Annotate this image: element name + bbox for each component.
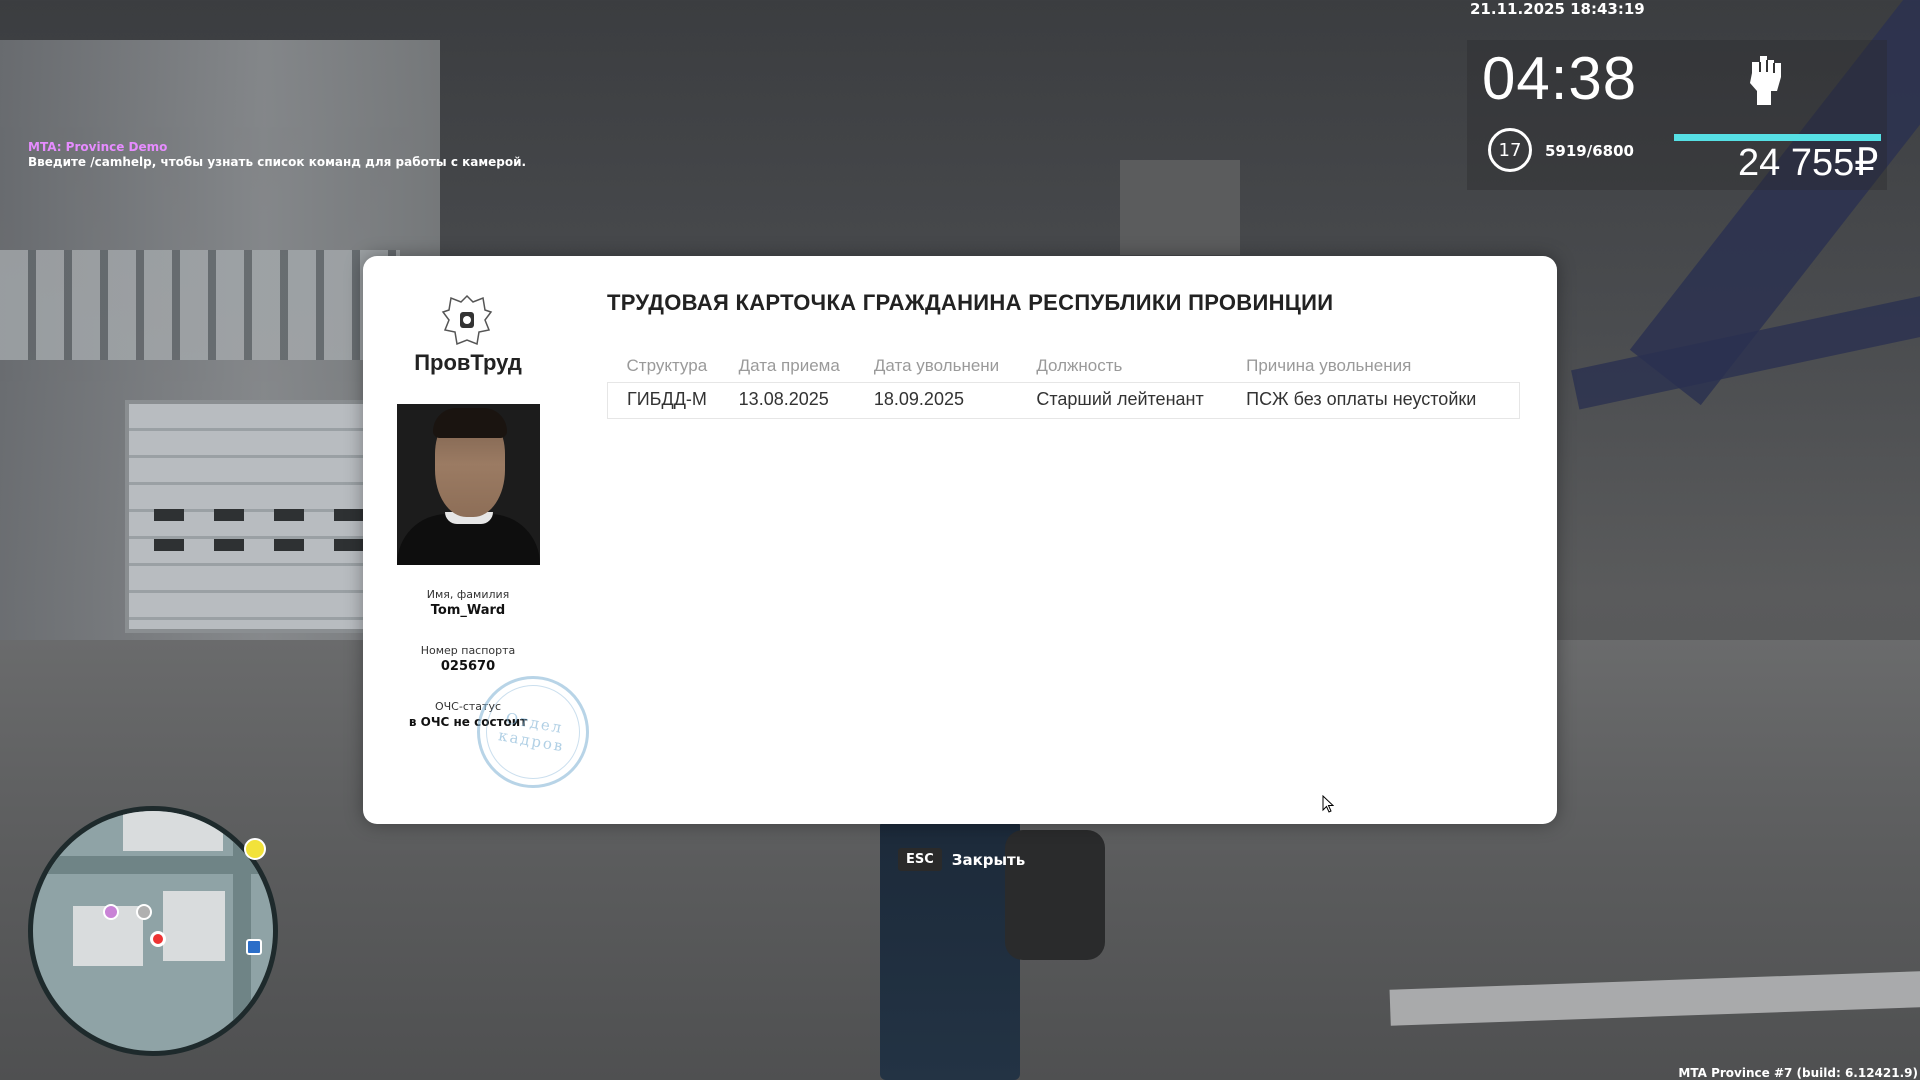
bus-stop-icon [246,939,262,955]
map-marker-icon [136,904,152,920]
map-marker-icon [103,904,119,920]
table-cell: ГИБДД-М [606,382,720,419]
coat-of-arms-icon [441,294,493,346]
avatar [397,404,540,565]
table-cell: ПСЖ без оплаты неустойки [1227,382,1521,419]
close-hint[interactable]: ESC Закрыть [898,848,1025,871]
build-version: MTA Province #7 (build: 6.12421.9) [1678,1066,1918,1080]
column-header: Должность [1036,356,1123,375]
brand-name: ПровТруд [414,350,522,375]
chat-title: MTA: Province Demo [28,140,168,154]
table-cell: Старший лейтенант [1017,382,1228,419]
fist-icon [1750,56,1781,105]
experience-counter: 5919/6800 [1545,142,1634,160]
passport-value: 025670 [440,659,496,674]
minimap [28,806,278,1056]
close-button[interactable]: Закрыть [952,851,1025,869]
datetime: 21.11.2025 18:43:19 [1470,0,1645,18]
column-header: Дата увольнени [873,356,1000,375]
hr-department-stamp: Отдел кадров [468,667,598,797]
page-title: ТРУДОВАЯ КАРТОЧКА ГРАЖДАНИНА РЕСПУБЛИКИ … [607,290,1334,315]
garage-door [125,400,388,633]
chat-message: Введите /camhelp, чтобы узнать список ко… [28,155,527,169]
waypoint-icon [244,838,266,860]
employment-table: Структура Дата приема Дата увольнени Дол… [606,356,1521,419]
mouse-cursor-icon [1322,795,1334,813]
employment-record-dialog: ПровТруд Имя, фамилия Tom_Ward Номер пас… [363,256,1557,824]
table-cell: 18.09.2025 [854,382,1018,419]
column-header: Дата приема [738,356,840,375]
name-label: Имя, фамилия [426,588,510,601]
esc-key[interactable]: ESC [898,848,942,871]
chat-box: MTA: Province Demo Введите /camhelp, что… [28,140,526,170]
player-position-icon [150,931,166,947]
passport-label: Номер паспорта [420,644,516,657]
level-indicator: 17 [1488,128,1532,172]
column-header: Структура [626,356,708,375]
column-header: Причина увольнения [1246,356,1412,375]
name-value: Tom_Ward [430,603,506,618]
table-row: ГИБДД-М 13.08.2025 18.09.2025 Старший ле… [606,382,1521,419]
distant-building [1120,160,1240,255]
game-time: 04:38 [1482,45,1638,112]
money-balance: 24 755₽ [1738,142,1879,184]
table-cell: 13.08.2025 [719,382,855,419]
